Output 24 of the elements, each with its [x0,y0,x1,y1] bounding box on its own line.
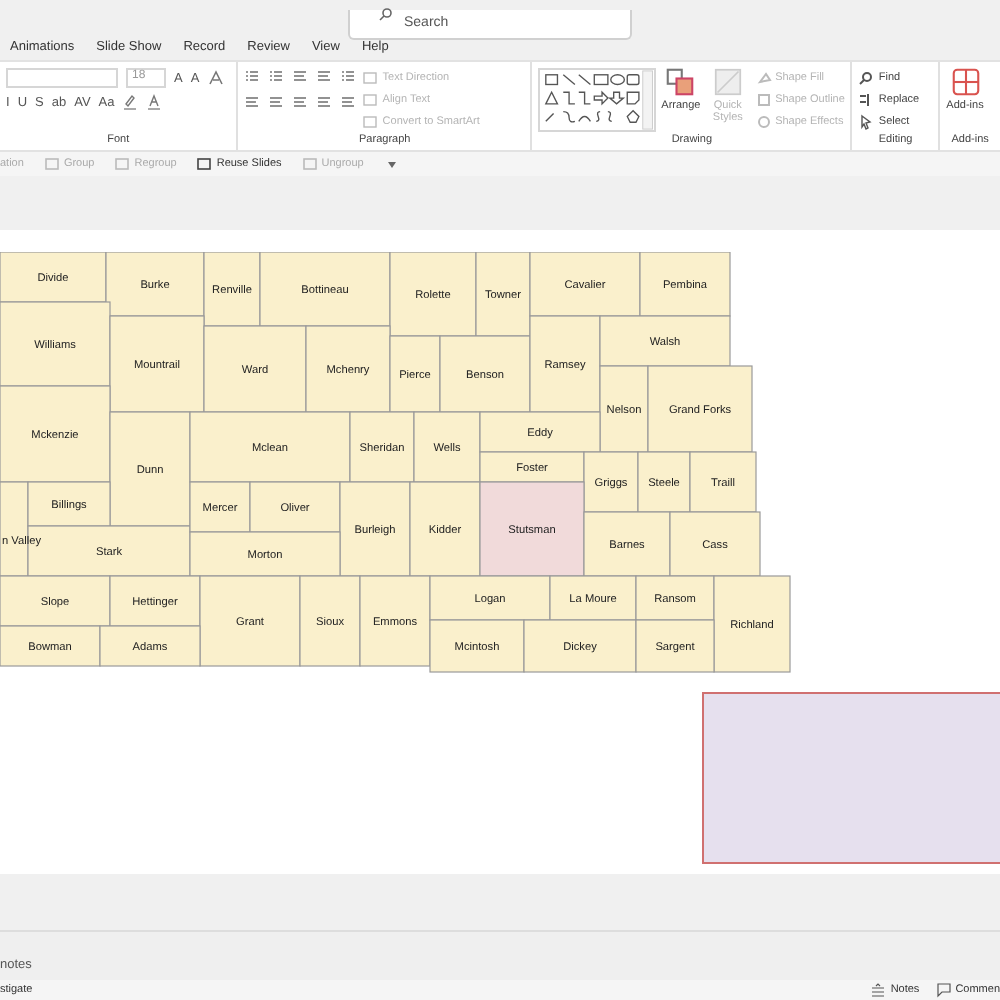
line-spacing-icon [340,68,357,84]
align-center-icon [268,94,285,110]
rectangle-shape[interactable] [702,692,1000,864]
font-name-field[interactable] [6,68,118,88]
numbering-icon [268,68,285,84]
quick-styles-icon [713,68,742,96]
search-icon [378,6,394,22]
align-right-icon [292,94,309,110]
indent-icon [292,68,309,84]
font-color-icon [146,94,163,110]
arrange-icon [666,68,695,96]
comment-icon [935,982,952,998]
pointer-icon [858,114,875,130]
bullets-icon [244,68,261,84]
columns-icon [340,94,357,110]
align-left-icon [244,94,261,110]
justify-icon [316,94,333,110]
shapes-gallery-drawing[interactable] [538,68,656,132]
search-icon [858,70,875,86]
highlighter-icon [122,94,139,110]
grid-icon [951,68,979,96]
caret-icon [383,156,400,172]
outdent-icon [316,68,333,84]
notes-icon [870,982,887,998]
